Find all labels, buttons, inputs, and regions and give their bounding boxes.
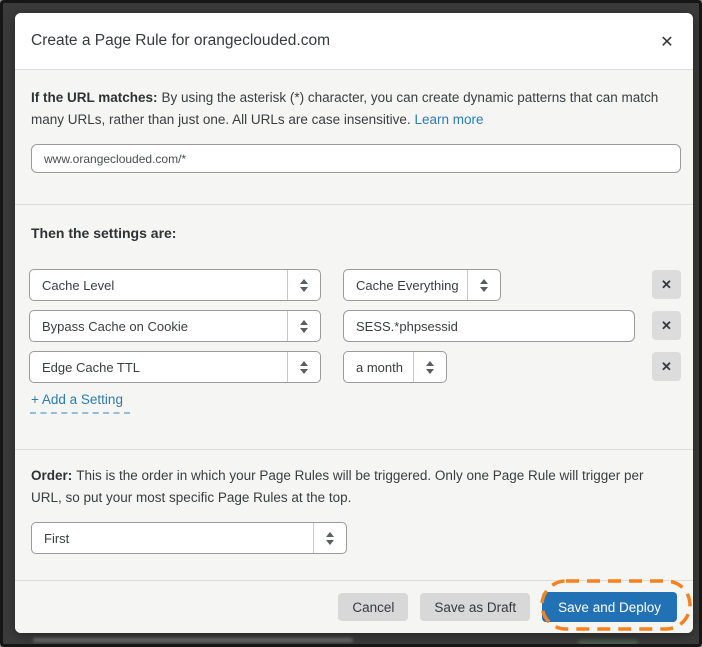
value-select-a-month[interactable]: a month (343, 351, 447, 383)
remove-setting-button[interactable]: ✕ (652, 311, 681, 340)
value-select-label: a month (356, 360, 403, 375)
screenshot-frame: Create a Page Rule for orangeclouded.com… (0, 0, 702, 647)
value-select-label: Cache Everything (356, 278, 459, 293)
value-select-cache-everything[interactable]: Cache Everything (343, 269, 501, 301)
settings-section: Then the settings are: Cache Level Cache… (15, 204, 693, 449)
url-pattern-input[interactable] (31, 144, 681, 173)
dialog-header: Create a Page Rule for orangeclouded.com… (15, 13, 693, 69)
order-description: Order:This is the order in which your Pa… (31, 465, 677, 509)
url-match-description: If the URL matches:By using the asterisk… (31, 87, 677, 131)
setting-select-bypass-cache[interactable]: Bypass Cache on Cookie (29, 310, 321, 342)
order-help-text: This is the order in which your Page Rul… (31, 468, 644, 505)
cookie-value-input[interactable] (343, 310, 635, 342)
dialog-footer: Cancel Save as Draft Save and Deploy (15, 580, 693, 633)
setting-select-cache-level[interactable]: Cache Level (29, 269, 321, 301)
order-select-label: First (44, 531, 69, 546)
select-stepper-icon (313, 523, 346, 553)
setting-row-edge-cache-ttl: Edge Cache TTL a month ✕ (29, 351, 681, 383)
order-select-wrap: First (31, 522, 677, 554)
obscured-background-text (33, 638, 353, 642)
annotation-dashed-underline (30, 412, 130, 414)
setting-row-bypass-cache: Bypass Cache on Cookie ✕ (29, 310, 681, 342)
setting-select-label: Cache Level (42, 278, 114, 293)
select-stepper-icon (413, 352, 446, 382)
order-select[interactable]: First (31, 522, 347, 554)
save-as-draft-button[interactable]: Save as Draft (420, 593, 530, 621)
setting-select-label: Edge Cache TTL (42, 360, 140, 375)
select-stepper-icon (287, 352, 320, 382)
url-match-section: If the URL matches:By using the asterisk… (15, 69, 693, 204)
setting-row-cache-level: Cache Level Cache Everything ✕ (29, 269, 681, 301)
learn-more-link[interactable]: Learn more (414, 112, 483, 127)
create-page-rule-dialog: Create a Page Rule for orangeclouded.com… (15, 13, 693, 633)
close-icon: ✕ (660, 32, 673, 52)
select-stepper-icon (467, 270, 500, 300)
order-section: Order:This is the order in which your Pa… (15, 449, 693, 580)
url-match-label: If the URL matches: (31, 90, 158, 105)
select-stepper-icon (287, 270, 320, 300)
remove-setting-button[interactable]: ✕ (652, 352, 681, 381)
add-setting-link[interactable]: + Add a Setting (31, 392, 123, 407)
dialog-title: Create a Page Rule for orangeclouded.com (31, 32, 330, 50)
remove-icon: ✕ (661, 359, 672, 375)
select-stepper-icon (287, 311, 320, 341)
remove-setting-button[interactable]: ✕ (652, 270, 681, 299)
remove-icon: ✕ (661, 277, 672, 293)
save-and-deploy-button[interactable]: Save and Deploy (542, 592, 677, 622)
setting-select-edge-cache-ttl[interactable]: Edge Cache TTL (29, 351, 321, 383)
remove-icon: ✕ (661, 318, 672, 334)
obscured-background-element (578, 640, 638, 647)
settings-heading: Then the settings are: (31, 225, 176, 241)
order-label: Order: (31, 468, 72, 483)
setting-select-label: Bypass Cache on Cookie (42, 319, 188, 334)
close-button[interactable]: ✕ (655, 30, 679, 54)
cancel-button[interactable]: Cancel (338, 593, 408, 621)
